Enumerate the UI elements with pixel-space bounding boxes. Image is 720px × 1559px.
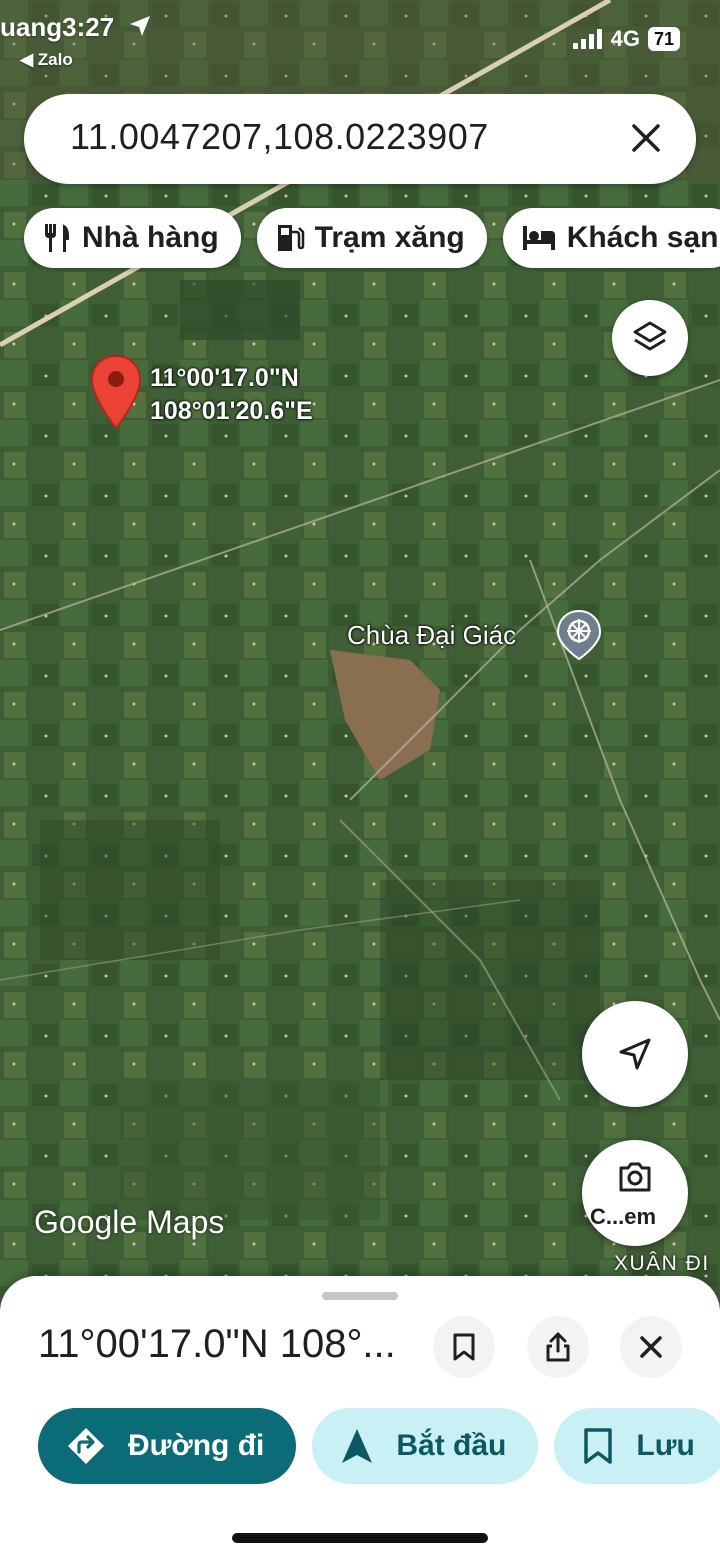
battery-icon: 71 [647, 27, 680, 51]
chip-label: Trạm xăng [314, 221, 465, 254]
place-title: 11°00'17.0"N 108°... [38, 1322, 396, 1366]
gas-station-icon [277, 225, 304, 251]
action-buttons: Đường đi Bắt đầu Lưu [38, 1408, 720, 1484]
poi-label[interactable]: Chùa Đại Giác [347, 620, 516, 651]
search-bar[interactable]: 11.0047207,108.0223907 [24, 94, 696, 184]
drag-handle[interactable] [322, 1292, 398, 1300]
save-bookmark-button[interactable] [433, 1316, 495, 1378]
area-label: XUÂN ĐI [614, 1252, 710, 1275]
pin-coordinates-label: 11°00'17.0"N 108°01'20.6"E [150, 362, 313, 428]
status-indicators: 4G 71 [572, 26, 680, 52]
home-indicator[interactable] [232, 1533, 488, 1543]
chip-hotels[interactable]: Khách sạn [502, 208, 720, 268]
chip-label: Khách sạn [566, 221, 719, 254]
share-button[interactable] [527, 1316, 589, 1378]
place-bottom-sheet[interactable]: 11°00'17.0"N 108°... Đường đi Bắt đầu Lư… [0, 1276, 720, 1559]
temple-icon[interactable] [556, 609, 602, 661]
close-icon[interactable] [626, 118, 666, 158]
layers-button[interactable] [612, 300, 688, 376]
start-label: Bắt đầu [396, 1429, 507, 1462]
start-button[interactable]: Bắt đầu [312, 1408, 539, 1484]
location-arrow-icon [130, 16, 150, 36]
restaurant-icon [45, 224, 69, 252]
camera-icon [619, 1162, 651, 1192]
directions-icon [68, 1428, 104, 1464]
network-type: 4G [610, 26, 640, 51]
layers-icon [633, 321, 667, 351]
directions-label: Đường đi [128, 1429, 265, 1462]
camera-label: C...em [590, 1204, 657, 1229]
navigation-arrow-icon [619, 1038, 651, 1070]
bookmark-icon [584, 1428, 613, 1464]
status-bar: uang3:27 ◀ Zalo 4G 71 [0, 0, 720, 80]
save-label: Lưu [636, 1429, 695, 1462]
camera-search-button[interactable]: C...em [582, 1140, 688, 1246]
pin-longitude: 108°01'20.6"E [150, 397, 313, 425]
status-time: uang3:27 [0, 12, 115, 42]
chip-label: Nhà hàng [82, 221, 219, 254]
save-button[interactable]: Lưu [554, 1408, 720, 1484]
bookmark-icon [453, 1333, 475, 1361]
directions-button[interactable]: Đường đi [38, 1408, 297, 1484]
hotel-icon [522, 226, 555, 250]
close-sheet-button[interactable] [620, 1316, 682, 1378]
chip-gas-stations[interactable]: Trạm xăng [256, 208, 487, 268]
google-maps-logo: Google Maps [34, 1204, 225, 1240]
chip-restaurants[interactable]: Nhà hàng [24, 208, 241, 268]
pin-latitude: 11°00'17.0"N [150, 364, 299, 392]
search-query[interactable]: 11.0047207,108.0223907 [70, 116, 489, 158]
share-icon [546, 1332, 570, 1362]
back-to-app[interactable]: ◀ Zalo [20, 50, 73, 70]
category-chips: Nhà hàng Trạm xăng Khách sạn [24, 208, 720, 268]
signal-icon [572, 29, 602, 49]
navigation-icon [342, 1429, 373, 1463]
close-icon [640, 1336, 662, 1358]
my-location-button[interactable] [582, 1001, 688, 1107]
location-pin-icon[interactable] [90, 354, 142, 430]
